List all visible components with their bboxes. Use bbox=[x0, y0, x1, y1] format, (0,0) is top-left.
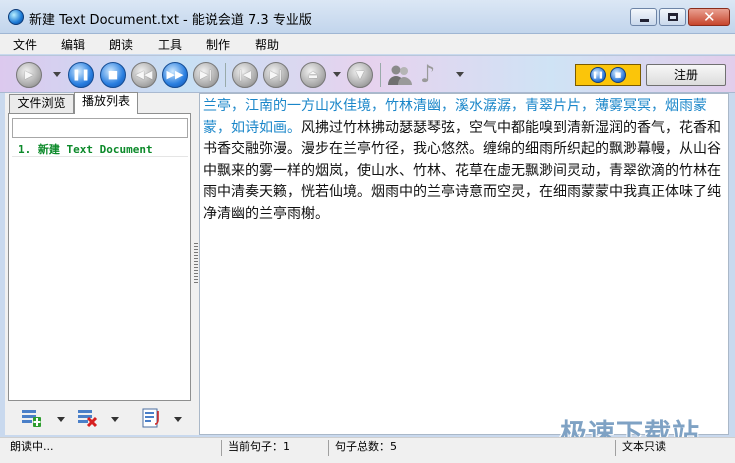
app-globe-icon bbox=[8, 9, 24, 25]
menu-tools[interactable]: 工具 bbox=[158, 36, 182, 53]
music-note-icon[interactable]: ♪ bbox=[420, 60, 435, 88]
toolbar-separator bbox=[225, 63, 226, 87]
tab-playlist[interactable]: 播放列表 bbox=[74, 92, 138, 114]
mini-stop-icon: ■ bbox=[614, 71, 622, 79]
list-settings-icon[interactable] bbox=[140, 407, 162, 429]
menu-read[interactable]: 朗读 bbox=[109, 36, 133, 53]
window-title: 新建 Text Document.txt - 能说会道 7.3 专业版 bbox=[29, 13, 312, 28]
mini-control-panel: ❚❚ ■ bbox=[575, 64, 641, 86]
fast-forward-icon: ▶▶ bbox=[166, 68, 184, 81]
title-bar: 新建 Text Document.txt - 能说会道 7.3 专业版 ✕ bbox=[0, 0, 735, 34]
tab-file-browser[interactable]: 文件浏览 bbox=[9, 94, 74, 113]
eject-dropdown-arrow[interactable] bbox=[333, 72, 341, 77]
menu-file[interactable]: 文件 bbox=[13, 36, 37, 53]
playlist-panel: 1. 新建 Text Document bbox=[8, 113, 191, 401]
menu-make[interactable]: 制作 bbox=[206, 36, 230, 53]
status-mode: 文本只读 bbox=[622, 440, 666, 453]
toolbar-separator bbox=[380, 63, 381, 87]
play-dropdown-arrow[interactable] bbox=[53, 72, 61, 77]
status-divider bbox=[615, 440, 616, 456]
close-icon: ✕ bbox=[703, 8, 716, 26]
fast-forward-button[interactable]: ▶▶ bbox=[162, 62, 188, 88]
first-icon: |◀ bbox=[238, 68, 252, 81]
sidebar-panel: 文件浏览 播放列表 1. 新建 Text Document bbox=[5, 92, 193, 435]
document-text-area[interactable]: 兰亭，江南的一方山水佳境，竹林清幽，溪水潺潺，青翠片片，薄雾冥冥，烟雨蒙蒙，如诗… bbox=[199, 93, 729, 435]
eject-button[interactable]: ⏏ bbox=[300, 62, 326, 88]
add-list-dropdown-arrow[interactable] bbox=[57, 417, 65, 422]
status-total-sentences: 句子总数：5 bbox=[335, 440, 397, 453]
pause-button[interactable]: ❚❚ bbox=[68, 62, 94, 88]
minimize-button[interactable] bbox=[630, 8, 657, 26]
status-divider bbox=[221, 440, 222, 456]
eject-icon: ⏏ bbox=[307, 68, 319, 81]
rewind-button[interactable]: ◀◀ bbox=[131, 62, 157, 88]
add-list-icon[interactable] bbox=[20, 407, 42, 429]
menu-bar: 文件 编辑 朗读 工具 制作 帮助 bbox=[0, 34, 735, 54]
next-icon: ▶| bbox=[199, 68, 213, 81]
play-icon: ▶ bbox=[24, 68, 34, 81]
list-item[interactable]: 1. 新建 Text Document bbox=[12, 142, 188, 157]
down-icon: ▼ bbox=[355, 68, 365, 81]
stop-button[interactable]: ■ bbox=[100, 62, 126, 88]
remove-list-icon[interactable] bbox=[76, 407, 98, 429]
remove-list-dropdown-arrow[interactable] bbox=[111, 417, 119, 422]
mini-pause-button[interactable]: ❚❚ bbox=[590, 67, 606, 83]
status-current-sentence: 当前句子：1 bbox=[228, 440, 290, 453]
mini-pause-icon: ❚❚ bbox=[592, 71, 604, 79]
pause-icon: ❚❚ bbox=[71, 68, 91, 81]
menu-help[interactable]: 帮助 bbox=[255, 36, 279, 53]
register-button[interactable]: 注册 bbox=[646, 64, 726, 86]
play-button[interactable]: ▶ bbox=[16, 62, 42, 88]
maximize-button[interactable] bbox=[659, 8, 686, 26]
minimize-icon bbox=[640, 19, 649, 22]
mini-stop-button[interactable]: ■ bbox=[610, 67, 626, 83]
rewind-icon: ◀◀ bbox=[135, 68, 153, 81]
document-text: 兰亭，江南的一方山水佳境，竹林清幽，溪水潺潺，青翠片片，薄雾冥冥，烟雨蒙蒙，如诗… bbox=[203, 96, 728, 225]
first-sentence-button[interactable]: |◀ bbox=[232, 62, 258, 88]
maximize-icon bbox=[668, 13, 678, 21]
list-item-label: 1. 新建 Text Document bbox=[18, 143, 153, 156]
last-icon: ▶| bbox=[269, 68, 283, 81]
last-sentence-button[interactable]: ▶| bbox=[263, 62, 289, 88]
voice-dropdown-arrow[interactable] bbox=[456, 72, 464, 77]
status-bar: 朗读中... 当前句子：1 句子总数：5 文本只读 bbox=[0, 437, 735, 463]
status-state: 朗读中... bbox=[10, 440, 54, 453]
users-icon[interactable] bbox=[387, 63, 413, 87]
playlist-header bbox=[12, 118, 188, 138]
toolbar: ▶ ❚❚ ■ ◀◀ ▶▶ ▶| |◀ ▶| ⏏ ▼ ♪ ❚❚ ■ 注册 bbox=[0, 55, 735, 93]
splitter-grip[interactable] bbox=[194, 243, 198, 283]
stop-icon: ■ bbox=[107, 68, 119, 81]
down-button[interactable]: ▼ bbox=[347, 62, 373, 88]
status-divider bbox=[328, 440, 329, 456]
list-settings-dropdown-arrow[interactable] bbox=[174, 417, 182, 422]
close-button[interactable]: ✕ bbox=[688, 8, 730, 26]
playlist-tools bbox=[8, 403, 191, 433]
next-button[interactable]: ▶| bbox=[193, 62, 219, 88]
menu-edit[interactable]: 编辑 bbox=[61, 36, 85, 53]
